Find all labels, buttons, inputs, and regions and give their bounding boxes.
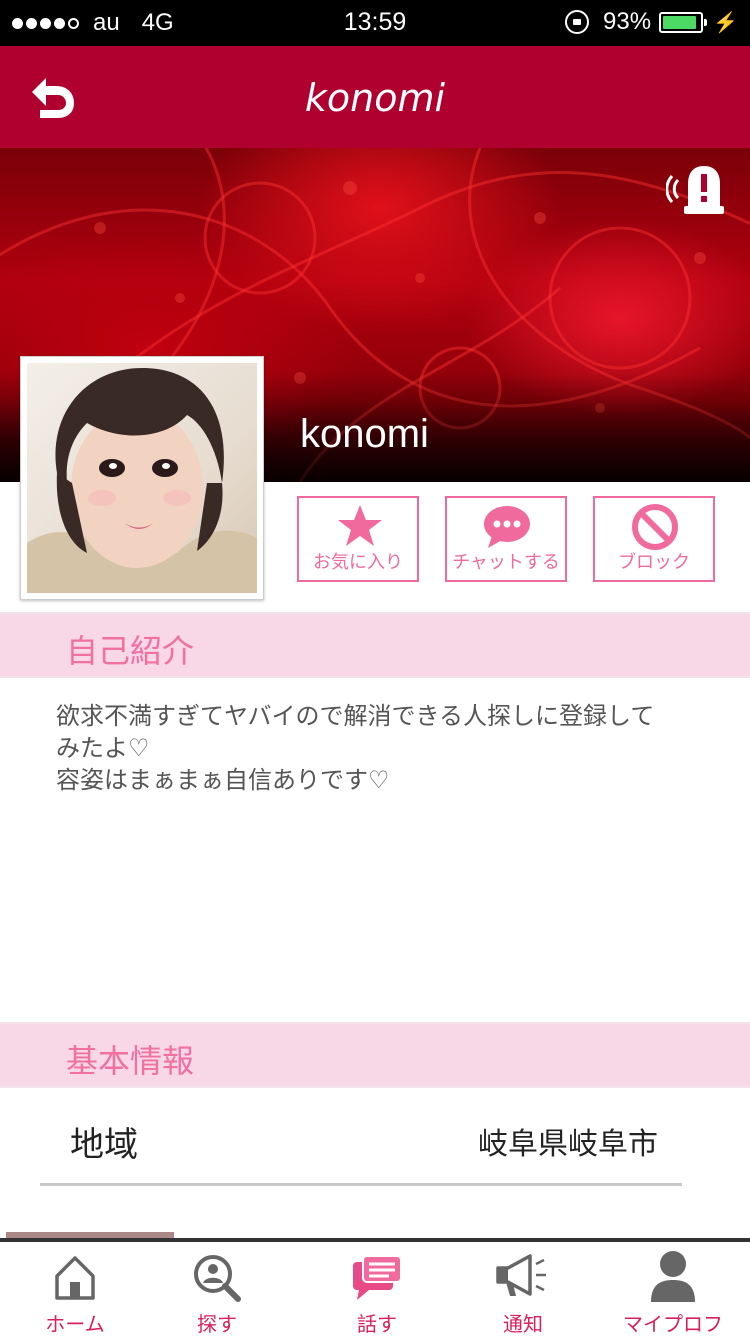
chat-button[interactable]: チャットする [445,496,567,582]
page-title: konomi [304,76,446,120]
tab-notice-label: 通知 [503,1312,543,1336]
megaphone-icon [496,1254,546,1296]
battery-percent: 93% [603,8,652,35]
tab-talk[interactable]: 話す [302,1242,452,1336]
home-icon [55,1256,95,1300]
favorite-label: お気に入り [313,552,403,573]
chat-bubble-icon [484,506,530,548]
tab-my-profile-label: マイプロフ [623,1312,723,1336]
nav-header: konomi [0,46,750,148]
chat-icon [353,1255,402,1300]
avatar[interactable] [20,356,264,600]
block-button[interactable]: ブロック [593,496,715,582]
tab-talk-label: 話す [357,1312,397,1336]
profile-photo [27,363,257,593]
tab-bar: ホーム 探す 話す 通知 マイプロフ [0,1238,750,1336]
person-icon [651,1251,695,1302]
tab-home[interactable]: ホーム [0,1242,150,1336]
intro-section-header: 自己紹介 [0,612,750,678]
tab-notice[interactable]: 通知 [448,1242,598,1336]
block-label: ブロック [618,552,690,573]
chat-label: チャットする [452,552,560,573]
block-icon [632,504,678,550]
intro-section-title: 自己紹介 [66,632,195,670]
rotation-lock-icon [565,10,590,34]
star-icon [338,505,382,546]
info-key: 地域 [70,1125,138,1165]
alert-siren-icon[interactable] [666,160,730,216]
profile-name: konomi [300,412,429,456]
charging-icon: ⚡ [713,11,738,34]
intro-text: 欲求不満すぎてヤバイので解消できる人探しに登録して みたよ♡ 容姿はまぁまぁ自信… [56,702,655,794]
info-value: 岐阜県岐阜市 [478,1127,658,1162]
tab-my-profile[interactable]: マイプロフ [598,1242,748,1336]
tab-search-label: 探す [197,1312,237,1336]
info-row-region: 地域 岐阜県岐阜市 [40,1095,682,1186]
basic-info-section-title: 基本情報 [66,1042,195,1080]
tab-home-label: ホーム [45,1312,105,1336]
battery-icon [659,11,708,33]
status-bar: au 4G 13:59 93% ⚡ [0,0,750,46]
tab-search[interactable]: 探す [142,1242,292,1336]
favorite-button[interactable]: お気に入り [297,496,419,582]
search-user-icon [194,1255,241,1302]
basic-info-section-header: 基本情報 [0,1022,750,1088]
